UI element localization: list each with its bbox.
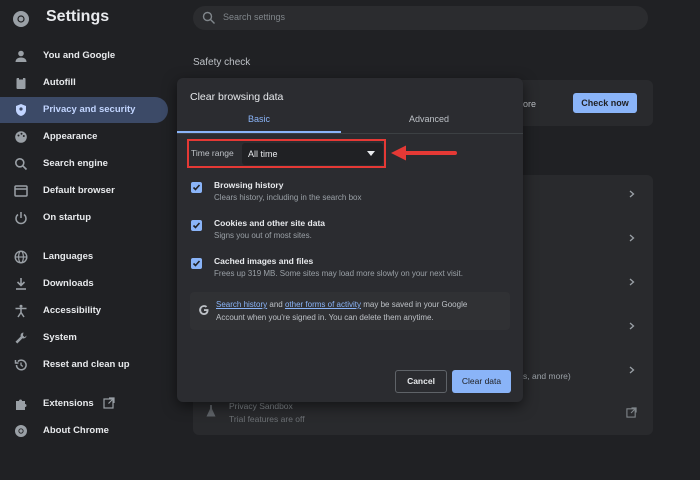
clear-browsing-data-dialog: Clear browsing data Basic Advanced Time … [177, 78, 523, 402]
google-account-note: Search history and other forms of activi… [190, 292, 510, 330]
sidebar-item-label: Downloads [43, 278, 94, 289]
person-icon [15, 50, 27, 62]
search-input[interactable]: Search settings [193, 6, 648, 30]
sidebar-item-default-browser[interactable]: Default browser [0, 178, 168, 204]
tab-advanced[interactable]: Advanced [347, 114, 511, 134]
sidebar-item-privacy-and-security[interactable]: Privacy and security [0, 97, 168, 123]
sidebar-item-accessibility[interactable]: Accessibility [0, 298, 168, 324]
sidebar-item-reset-and-clean-up[interactable]: Reset and clean up [0, 352, 168, 378]
sidebar-item-label: Reset and clean up [43, 359, 130, 370]
sidebar-item-label: Extensions [43, 398, 94, 409]
checkbox-browsing-history[interactable] [191, 182, 202, 193]
option-browsing-history[interactable]: Browsing history Clears history, includi… [191, 180, 511, 214]
option-title: Cookies and other site data [214, 218, 325, 228]
history-icon [14, 359, 27, 371]
check-now-button[interactable]: Check now [573, 93, 637, 113]
sidebar-item-search-engine[interactable]: Search engine [0, 151, 168, 177]
chrome-icon [15, 425, 27, 437]
sidebar-item-label: System [43, 332, 77, 343]
power-icon [15, 212, 27, 225]
tab-label: Basic [247, 114, 270, 124]
search-icon [15, 158, 28, 171]
option-desc: Signs you out of most sites. [214, 231, 312, 240]
safety-check-heading: Safety check [193, 57, 251, 68]
external-link-icon[interactable] [626, 407, 637, 418]
site-settings-desc-peek: s, and more) [523, 371, 571, 381]
sidebar-item-label: On startup [43, 212, 92, 223]
chevron-right-icon [629, 366, 635, 374]
sidebar-item-on-startup[interactable]: On startup [0, 205, 168, 231]
sidebar-item-label: You and Google [43, 50, 116, 61]
sidebar-item-label: Appearance [43, 131, 98, 142]
dialog-title: Clear browsing data [190, 91, 284, 103]
accessibility-icon [15, 304, 27, 318]
option-title: Browsing history [214, 180, 284, 190]
sidebar-item-label: About Chrome [43, 425, 109, 436]
sidebar-item-about-chrome[interactable]: About Chrome [0, 418, 168, 444]
sidebar-item-label: Search engine [43, 158, 108, 169]
chevron-right-icon [629, 234, 635, 242]
tab-divider [177, 133, 523, 134]
sidebar-item-you-and-google[interactable]: You and Google [0, 43, 168, 69]
puzzle-icon [16, 399, 27, 410]
annotation-highlight-box [187, 139, 386, 168]
sidebar-item-appearance[interactable]: Appearance [0, 124, 168, 150]
option-cookies[interactable]: Cookies and other site data Signs you ou… [191, 218, 511, 252]
app-title: Settings [46, 8, 110, 25]
search-icon [202, 11, 215, 24]
sidebar-item-extensions[interactable]: Extensions [0, 391, 168, 417]
shield-icon [16, 104, 26, 116]
checkbox-cookies[interactable] [191, 220, 202, 231]
sidebar-item-downloads[interactable]: Downloads [0, 271, 168, 297]
chevron-right-icon [629, 278, 635, 286]
privacy-sandbox-title: Privacy Sandbox [229, 401, 293, 411]
privacy-sandbox-desc: Trial features are off [229, 414, 305, 424]
clear-data-button[interactable]: Clear data [452, 370, 511, 393]
palette-icon [15, 131, 27, 143]
sidebar-item-label: Accessibility [43, 305, 102, 316]
check-icon [192, 222, 201, 229]
clipboard-icon [16, 77, 26, 89]
other-activity-link[interactable]: other forms of activity [285, 300, 361, 309]
option-desc: Frees up 319 MB. Some sites may load mor… [214, 269, 463, 278]
sidebar-item-label: Default browser [43, 185, 115, 196]
sidebar-item-system[interactable]: System [0, 325, 168, 351]
option-title: Cached images and files [214, 256, 314, 266]
search-history-link[interactable]: Search history [216, 300, 267, 309]
external-link-icon [103, 397, 115, 409]
sidebar-item-label: Languages [43, 251, 94, 262]
tab-label: Advanced [408, 114, 450, 124]
checkbox-cached-images[interactable] [191, 258, 202, 269]
chevron-right-icon [629, 190, 635, 198]
sidebar: You and Google Autofill Privacy and secu… [0, 38, 170, 480]
settings-window: Settings Search settings You and Google … [0, 0, 700, 480]
search-placeholder: Search settings [223, 12, 286, 22]
browser-icon [14, 185, 28, 197]
sidebar-item-label: Autofill [43, 77, 76, 88]
google-note-text: Search history and other forms of activi… [216, 300, 468, 322]
flask-icon [206, 405, 216, 417]
google-g-icon [199, 305, 209, 315]
safety-check-text-peek: ore [523, 99, 537, 109]
check-icon [192, 184, 201, 191]
sidebar-item-autofill[interactable]: Autofill [0, 70, 168, 96]
sidebar-item-languages[interactable]: Languages [0, 244, 168, 270]
sidebar-item-label: Privacy and security [43, 104, 136, 115]
cancel-button[interactable]: Cancel [395, 370, 447, 393]
header-bar: Settings Search settings [0, 0, 700, 38]
download-icon [16, 278, 26, 290]
option-desc: Clears history, including in the search … [214, 193, 362, 202]
option-cached-images[interactable]: Cached images and files Frees up 319 MB.… [191, 256, 511, 290]
chrome-logo-icon [13, 11, 29, 27]
wrench-icon [15, 332, 27, 344]
chevron-right-icon [629, 322, 635, 330]
annotation-arrow-icon [391, 145, 457, 161]
check-icon [192, 260, 201, 267]
globe-icon [14, 250, 28, 264]
